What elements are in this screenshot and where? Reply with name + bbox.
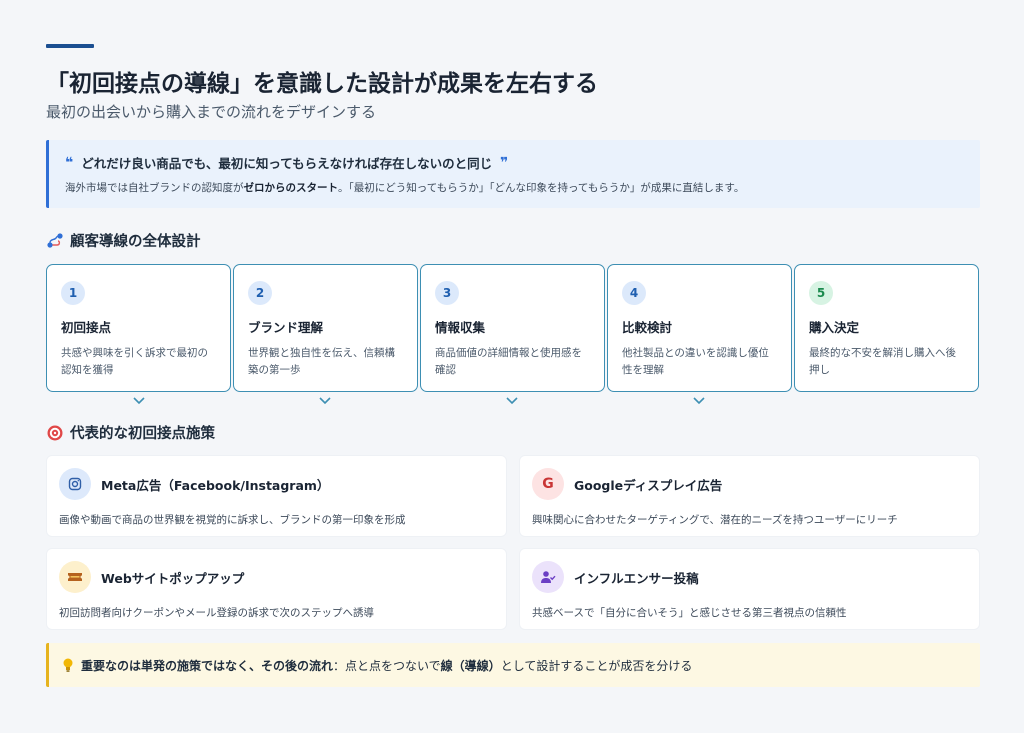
step-card-2: 2 ブランド理解 世界観と独自性を伝え、信頼構築の第一歩 — [233, 264, 418, 392]
key-point-bold: 重要なのは単発の施策ではなく、その後の流れ — [81, 658, 334, 673]
close-quote-icon: ❞ — [500, 154, 509, 171]
quote-note: 海外市場では自社ブランドの認知度がゼロからのスタート。「最初にどう知ってもらうか… — [65, 180, 964, 195]
step-title: 初回接点 — [61, 320, 112, 335]
google-icon: G — [532, 468, 564, 500]
tactic-card-google: G Googleディスプレイ広告 興味関心に合わせたターゲティングで、潜在的ニー… — [519, 455, 980, 537]
journey-heading-text: 顧客導線の全体設計 — [70, 234, 201, 250]
quote-callout: ❝ どれだけ良い商品でも、最初に知ってもらえなければ存在しないのと同じ ❞ 海外… — [46, 140, 980, 208]
tactic-title: インフルエンサー投稿 — [574, 570, 699, 586]
chevron-down-icon — [319, 397, 331, 405]
tactic-desc: 共感ベースで「自分に合いそう」と感じさせる第三者視点の信頼性 — [532, 607, 847, 619]
step-card-4: 4 比較検討 他社製品との違いを認識し優位性を理解 — [607, 264, 792, 392]
title-accent-bar — [46, 44, 94, 48]
page-title: 「初回接点の導線」を意識した設計が成果を左右する — [46, 71, 598, 97]
key-point-suffix: として設計することが成否を分ける — [500, 658, 693, 673]
tactics-heading: 代表的な初回接点施策 — [46, 422, 215, 443]
step-number: 5 — [809, 281, 833, 305]
ticket-icon — [59, 561, 91, 593]
step-title: 情報収集 — [435, 320, 486, 335]
google-glyph: G — [542, 476, 554, 492]
step-desc: 最終的な不安を解消し購入へ後押し — [809, 347, 956, 376]
target-icon — [47, 425, 63, 440]
step-number: 2 — [248, 281, 272, 305]
tactic-desc: 画像や動画で商品の世界観を視覚的に訴求し、ブランドの第一印象を形成 — [59, 514, 406, 526]
key-point-callout: 重要なのは単発の施策ではなく、その後の流れ ：点と点をつないで 線（導線） として設計… — [46, 643, 980, 687]
quote-note-prefix: 海外市場では自社ブランドの認知度が — [65, 182, 244, 194]
step-desc: 商品価値の詳細情報と使用感を確認 — [435, 347, 582, 376]
step-title: ブランド理解 — [248, 320, 324, 335]
step-desc: 世界観と独自性を伝え、信頼構築の第一歩 — [248, 347, 395, 376]
step-number: 1 — [61, 281, 85, 305]
step-desc: 共感や興味を引く訴求で最初の認知を獲得 — [61, 347, 208, 376]
open-quote-icon: ❝ — [65, 154, 74, 171]
step-card-5: 5 購入決定 最終的な不安を解消し購入へ後押し — [794, 264, 979, 392]
quote-text: どれだけ良い商品でも、最初に知ってもらえなければ存在しないのと同じ — [81, 156, 493, 171]
quote-note-suffix: 。「最初にどう知ってもらうか」「どんな印象を持ってもらうか」が成果に直結します。 — [338, 182, 745, 194]
chevron-down-icon — [693, 397, 705, 405]
tactic-title: Meta広告（Facebook/Instagram） — [101, 477, 330, 493]
step-card-1: 1 初回接点 共感や興味を引く訴求で最初の認知を獲得 — [46, 264, 231, 392]
step-title: 購入決定 — [809, 320, 860, 335]
step-card-3: 3 情報収集 商品価値の詳細情報と使用感を確認 — [420, 264, 605, 392]
tactic-title: Webサイトポップアップ — [101, 570, 245, 586]
key-point-mid: ：点と点をつないで — [333, 658, 441, 673]
tactic-desc: 興味関心に合わせたターゲティングで、潜在的ニーズを持つユーザーにリーチ — [532, 514, 898, 526]
journey-steps: 1 初回接点 共感や興味を引く訴求で最初の認知を獲得 2 ブランド理解 世界観と… — [46, 264, 980, 410]
quote-line: ❝ どれだけ良い商品でも、最初に知ってもらえなければ存在しないのと同じ ❞ — [65, 153, 964, 172]
key-point-bold-2: 線（導線） — [440, 658, 501, 673]
quote-note-bold: ゼロからのスタート — [243, 182, 339, 194]
journey-heading: 顧客導線の全体設計 — [46, 230, 201, 251]
lightbulb-icon — [63, 658, 73, 672]
chevron-down-icon — [506, 397, 518, 405]
chevron-down-icon — [133, 397, 145, 405]
step-number: 4 — [622, 281, 646, 305]
tactic-card-popup: Webサイトポップアップ 初回訪問者向けクーポンやメール登録の訴求で次のステップ… — [46, 548, 507, 630]
step-desc: 他社製品との違いを認識し優位性を理解 — [622, 347, 769, 376]
tactic-title: Googleディスプレイ広告 — [574, 477, 723, 493]
instagram-icon — [59, 468, 91, 500]
page-subtitle: 最初の出会いから購入までの流れをデザインする — [46, 103, 377, 121]
user-check-icon — [532, 561, 564, 593]
step-number: 3 — [435, 281, 459, 305]
tactic-desc: 初回訪問者向けクーポンやメール登録の訴求で次のステップへ誘導 — [59, 607, 374, 619]
tactic-card-influencer: インフルエンサー投稿 共感ベースで「自分に合いそう」と感じさせる第三者視点の信頼… — [519, 548, 980, 630]
step-title: 比較検討 — [622, 320, 673, 335]
tactics-heading-text: 代表的な初回接点施策 — [70, 426, 215, 442]
route-icon — [47, 232, 63, 248]
tactic-card-meta: Meta広告（Facebook/Instagram） 画像や動画で商品の世界観を… — [46, 455, 507, 537]
